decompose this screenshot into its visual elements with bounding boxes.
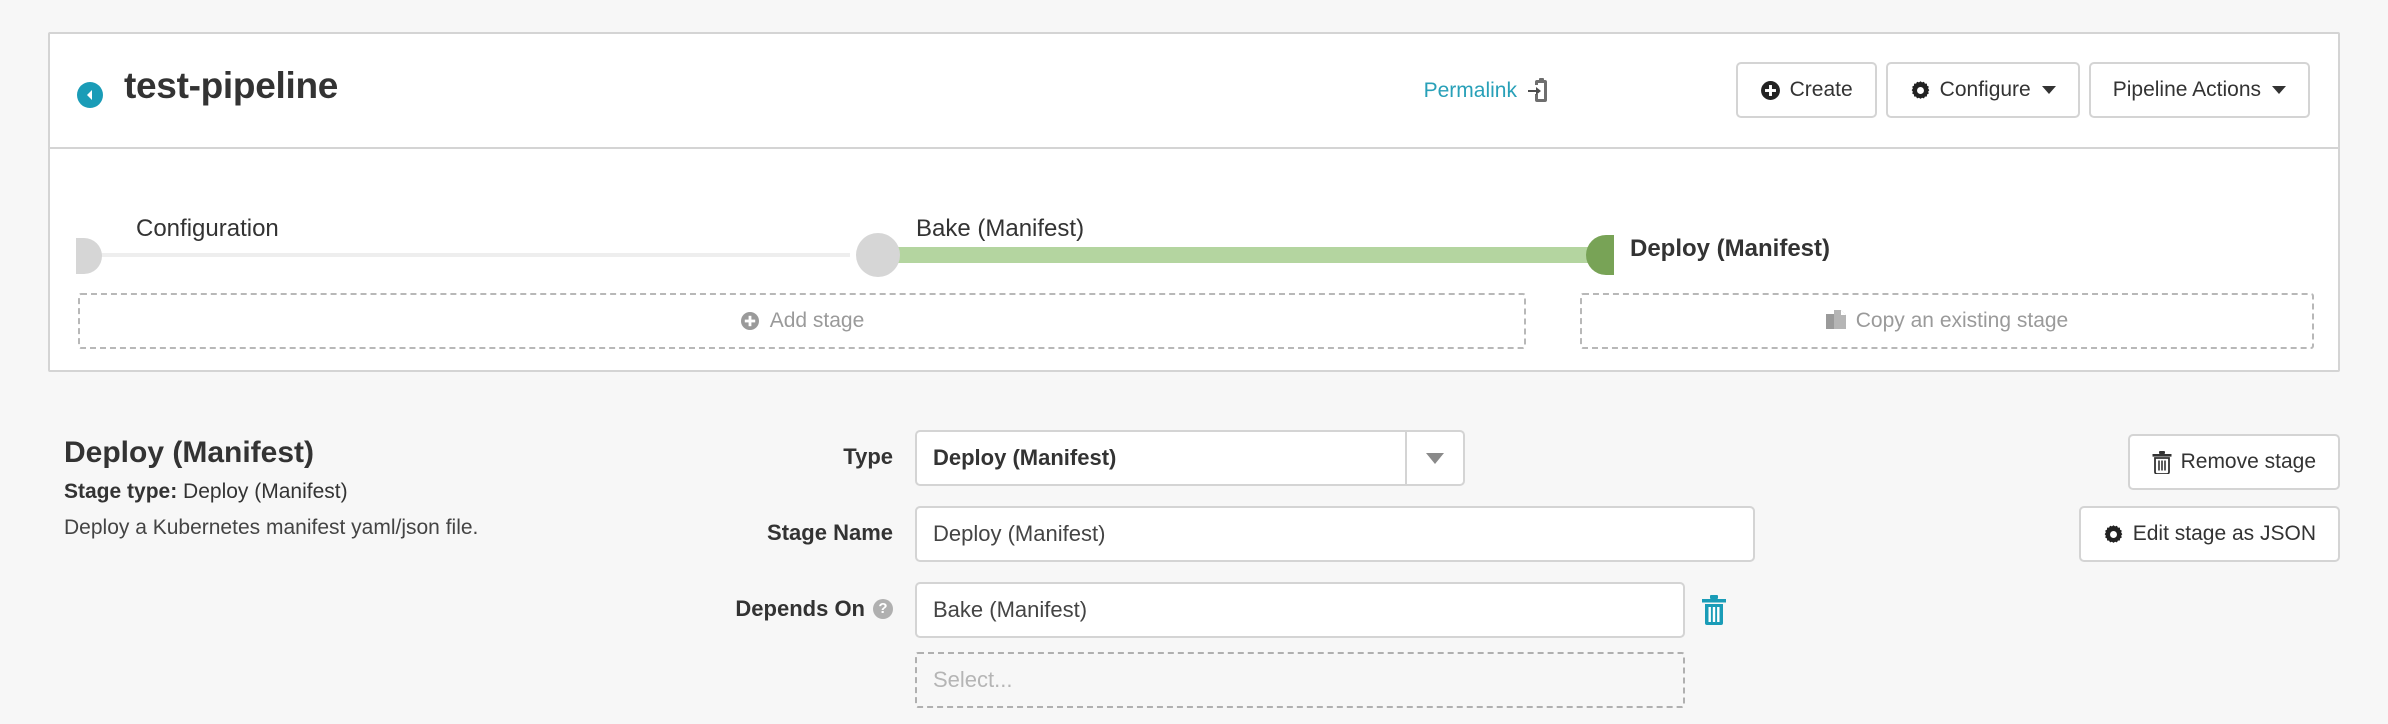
depends-on-label-text: Depends On (735, 596, 865, 621)
copy-existing-stage-button[interactable]: Copy an existing stage (1580, 293, 2314, 349)
create-button[interactable]: Create (1735, 62, 1877, 118)
form-row-type: Type Deploy (Manifest) (700, 430, 1900, 486)
gear-icon (2104, 524, 2123, 543)
type-select-value: Deploy (Manifest) (933, 445, 1117, 470)
configure-button-label: Configure (1939, 78, 2031, 101)
pipeline-card: test-pipeline Permalink Create Configure… (48, 32, 2340, 372)
configure-button[interactable]: Configure (1885, 62, 2080, 118)
trash-icon (2152, 450, 2172, 474)
plus-circle-icon (1760, 80, 1780, 100)
stage-type-label: Stage type: (64, 480, 178, 503)
remove-stage-button[interactable]: Remove stage (2127, 434, 2340, 490)
type-select[interactable]: Deploy (Manifest) (915, 430, 1465, 486)
back-arrow-icon[interactable] (77, 82, 103, 108)
depends-on-add-select[interactable]: Select... (915, 652, 1685, 708)
stage-action-buttons: Remove stage Edit stage as JSON (2060, 434, 2340, 578)
stage-connector-inactive (80, 253, 850, 257)
depends-on-entry (915, 582, 1727, 638)
type-label: Type (843, 444, 893, 469)
copy-to-clipboard-icon[interactable] (1528, 78, 1552, 104)
plus-circle-icon (740, 312, 759, 330)
stage-type-value: Deploy (Manifest) (183, 480, 348, 503)
stage-type-line: Stage type: Deploy (Manifest) (64, 480, 664, 504)
trash-icon[interactable] (1701, 595, 1727, 625)
header-button-group: Create Configure Pipeline Actions (1735, 62, 2310, 118)
stage-connector-active (880, 247, 1596, 263)
pipeline-header: test-pipeline Permalink Create Configure… (50, 34, 2338, 149)
stage-name-label: Stage Name (767, 520, 893, 545)
gear-icon (1911, 80, 1929, 99)
add-stage-label: Add stage (769, 309, 865, 332)
pipeline-stage-graph: Configuration Bake (Manifest) Deploy (Ma… (50, 149, 2338, 370)
depends-on-add-placeholder-text: Select... (933, 667, 1013, 692)
depends-on-label: Depends On ? (700, 582, 915, 636)
stage-track (50, 233, 2338, 277)
form-row-stage-name: Stage Name (700, 506, 1900, 562)
stage-label-deploy-manifest[interactable]: Deploy (Manifest) (1630, 235, 1830, 263)
stage-add-row: Add stage Copy an existing stage (78, 293, 2314, 349)
chevron-down-icon[interactable] (1405, 432, 1463, 484)
stage-node-bake-manifest[interactable] (856, 233, 900, 277)
edit-stage-json-label: Edit stage as JSON (2132, 522, 2316, 545)
pipeline-config-page: test-pipeline Permalink Create Configure… (0, 0, 2388, 724)
permalink-link[interactable]: Permalink (1424, 79, 1517, 103)
form-row-depends-on: Depends On ? Bake (Manifest) Select... (700, 582, 1900, 708)
page-title: test-pipeline (124, 65, 339, 106)
copy-files-icon (1825, 310, 1846, 329)
stage-form: Type Deploy (Manifest) Stage Name Depend… (700, 430, 1900, 724)
depends-on-input[interactable] (915, 582, 1685, 638)
question-mark-icon[interactable]: ? (873, 599, 893, 619)
add-stage-button[interactable]: Add stage (78, 293, 1526, 349)
pipeline-actions-button[interactable]: Pipeline Actions (2088, 62, 2310, 118)
stage-name-input[interactable] (915, 506, 1755, 562)
stage-node-configuration[interactable] (76, 238, 102, 274)
stage-summary: Deploy (Manifest) Stage type: Deploy (Ma… (64, 436, 664, 540)
stage-label-bake-manifest[interactable]: Bake (Manifest) (916, 215, 1084, 243)
remove-stage-label: Remove stage (2180, 450, 2316, 473)
permalink-group: Permalink (1424, 78, 1552, 104)
chevron-down-icon (2272, 86, 2286, 94)
pipeline-actions-button-label: Pipeline Actions (2112, 78, 2261, 101)
create-button-label: Create (1789, 78, 1853, 101)
stage-description: Deploy a Kubernetes manifest yaml/json f… (64, 516, 479, 539)
stage-detail-title: Deploy (Manifest) (64, 436, 315, 469)
copy-existing-stage-label: Copy an existing stage (1855, 309, 2069, 332)
stage-node-deploy-manifest[interactable] (1586, 235, 1614, 275)
chevron-down-icon (2041, 86, 2056, 94)
edit-stage-json-button[interactable]: Edit stage as JSON (2078, 506, 2340, 562)
stage-label-configuration[interactable]: Configuration (136, 215, 279, 243)
